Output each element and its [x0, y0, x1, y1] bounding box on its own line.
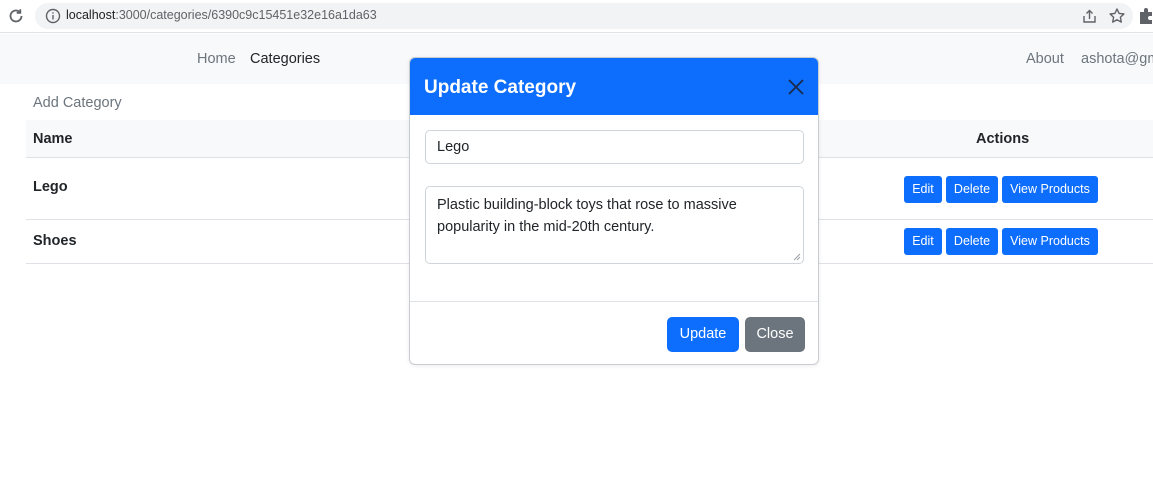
column-actions-header: Actions [976, 131, 1030, 147]
row-name: Shoes [33, 233, 77, 249]
view-products-button[interactable]: View Products [1002, 176, 1098, 203]
url-text[interactable]: localhost:3000/categories/6390c9c15451e3… [66, 8, 377, 22]
nav-about[interactable]: About [1026, 51, 1064, 67]
nav-categories[interactable]: Categories [250, 51, 320, 67]
info-icon[interactable] [45, 8, 61, 24]
delete-button[interactable]: Delete [946, 228, 998, 255]
nav-user[interactable]: ashota@gm [1081, 51, 1153, 67]
edit-button[interactable]: Edit [904, 176, 942, 203]
close-button[interactable]: Close [745, 317, 805, 352]
add-category-link[interactable]: Add Category [33, 95, 122, 111]
update-button[interactable]: Update [667, 317, 739, 352]
edit-button[interactable]: Edit [904, 228, 942, 255]
view-products-button[interactable]: View Products [1002, 228, 1098, 255]
resize-grip-icon[interactable] [793, 253, 801, 261]
share-icon[interactable] [1081, 8, 1098, 25]
row-name: Lego [33, 179, 68, 195]
url-path: :3000/categories/6390c9c15451e32e16a1da6… [115, 8, 377, 22]
column-name-header: Name [33, 131, 73, 147]
modal-header: Update Category [410, 58, 818, 115]
bookmark-star-icon[interactable] [1108, 7, 1126, 25]
category-description-textarea[interactable]: Plastic building-block toys that rose to… [425, 186, 804, 264]
delete-button[interactable]: Delete [946, 176, 998, 203]
close-icon[interactable] [786, 77, 806, 97]
reload-icon[interactable] [7, 7, 25, 25]
description-text: Plastic building-block toys that rose to… [437, 197, 737, 235]
extensions-icon[interactable] [1138, 7, 1153, 25]
nav-home[interactable]: Home [197, 51, 236, 67]
url-host: localhost [66, 8, 116, 22]
update-category-modal: Update Category Lego Plastic building-bl… [409, 57, 819, 365]
address-bar[interactable]: localhost:3000/categories/6390c9c15451e3… [35, 3, 1133, 29]
modal-footer: Update Close [410, 301, 818, 364]
modal-title: Update Category [424, 77, 577, 98]
browser-toolbar: localhost:3000/categories/6390c9c15451e3… [0, 0, 1153, 33]
modal-body: Lego Plastic building-block toys that ro… [410, 115, 818, 301]
category-name-input[interactable]: Lego [425, 130, 804, 164]
